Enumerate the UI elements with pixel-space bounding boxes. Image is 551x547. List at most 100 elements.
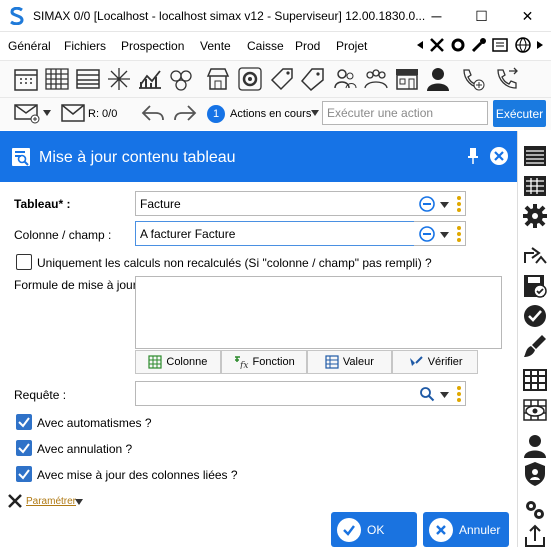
user-shield-icon[interactable] — [522, 461, 548, 487]
tag-icon[interactable] — [269, 66, 295, 92]
colonne-options-icon[interactable] — [456, 225, 462, 243]
colonne-button[interactable]: Colonne — [135, 350, 221, 374]
minimize-button[interactable]: ─ — [414, 0, 459, 32]
requete-controls — [414, 381, 466, 406]
simax-logo-icon — [10, 7, 24, 25]
actions-label[interactable]: Actions en cours — [230, 108, 311, 120]
minimize-icon: ─ — [431, 8, 442, 24]
view-table-icon[interactable] — [522, 397, 548, 423]
tools-icon[interactable] — [7, 493, 23, 509]
cancel-button[interactable]: Annuler — [423, 512, 509, 547]
chart-icon[interactable] — [137, 66, 163, 92]
parametrer-link[interactable]: Paramétrer — [26, 496, 76, 507]
phone-forward-icon[interactable] — [494, 66, 520, 92]
colonne-field[interactable]: A facturer Facture — [135, 221, 415, 246]
mail-compose-icon[interactable] — [13, 102, 41, 124]
automatismes-checkbox[interactable] — [16, 414, 32, 430]
phone-add-icon[interactable] — [460, 66, 486, 92]
wrench-icon[interactable] — [470, 36, 488, 54]
undo-icon[interactable] — [140, 103, 166, 123]
uniquement-checkbox[interactable] — [16, 254, 32, 270]
satisfaction-icon[interactable] — [168, 66, 194, 92]
team-icon[interactable] — [363, 66, 389, 92]
action-search-input[interactable]: Exécuter une action — [322, 101, 488, 125]
person-icon[interactable] — [522, 433, 548, 459]
menu-projet[interactable]: Projet — [336, 39, 367, 53]
ok-check-icon — [337, 517, 361, 542]
tableau-controls — [414, 191, 466, 216]
execute-button[interactable]: Exécuter — [493, 100, 546, 127]
menu-caisse[interactable]: Caisse — [247, 39, 284, 53]
formule-textarea[interactable] — [135, 276, 502, 349]
menu-prospection[interactable]: Prospection — [121, 39, 184, 53]
fonction-button[interactable]: fx Fonction — [220, 350, 307, 374]
colonne-controls — [414, 221, 466, 246]
automatismes-label: Avec automatismes ? — [37, 416, 152, 430]
spreadsheet-icon[interactable] — [522, 173, 548, 199]
chevron-down-icon[interactable] — [43, 110, 51, 116]
export-icon[interactable] — [522, 523, 548, 547]
clear-colonne-icon[interactable] — [419, 226, 435, 242]
globe-icon[interactable] — [514, 36, 532, 54]
mail-icon[interactable] — [60, 102, 86, 124]
label-icon[interactable] — [300, 66, 326, 92]
gears-icon[interactable] — [522, 497, 548, 523]
valeur-button[interactable]: Valeur — [306, 350, 393, 374]
shop-icon[interactable] — [205, 66, 231, 92]
requete-options-icon[interactable] — [456, 385, 462, 403]
redo-icon[interactable] — [172, 103, 198, 123]
colonne-label: Colonne / champ : — [14, 228, 112, 242]
colonne-dropdown-icon[interactable] — [440, 232, 449, 238]
tableau-options-icon[interactable] — [456, 195, 462, 213]
actions-dropdown-icon[interactable] — [311, 110, 319, 116]
user-icon[interactable] — [425, 66, 451, 92]
tableau-field[interactable]: Facture — [135, 191, 415, 216]
annulation-checkbox[interactable] — [16, 440, 32, 456]
menu-prod[interactable]: Prod — [295, 39, 320, 53]
settings-icon[interactable] — [449, 36, 467, 54]
dialog-title: Mise à jour contenu tableau — [39, 149, 236, 166]
list-icon[interactable] — [75, 66, 101, 92]
calendar-icon[interactable] — [13, 66, 39, 92]
column-icon — [148, 355, 162, 369]
columns-icon[interactable] — [522, 367, 548, 393]
ok-button[interactable]: OK — [331, 512, 417, 547]
svg-text:fx: fx — [239, 361, 248, 369]
menu-fichiers[interactable]: Fichiers — [64, 39, 106, 53]
colonnes-liees-checkbox[interactable] — [16, 466, 32, 482]
close-dialog-icon[interactable] — [489, 146, 509, 166]
save-check-icon[interactable] — [522, 273, 548, 299]
menu-general[interactable]: Général — [8, 39, 51, 53]
parametrer-dropdown-icon[interactable] — [75, 499, 83, 505]
tableau-dropdown-icon[interactable] — [440, 202, 449, 208]
grid-icon[interactable] — [44, 66, 70, 92]
gear-icon[interactable] — [237, 66, 263, 92]
contacts-icon[interactable] — [332, 66, 358, 92]
table-list-icon[interactable] — [522, 143, 548, 169]
ok-label: OK — [367, 522, 385, 537]
tools-icon[interactable] — [428, 36, 446, 54]
dialog-form: Tableau* : Facture Colonne / champ : A f… — [0, 182, 517, 547]
formule-button-row: Colonne fx Fonction Valeur Vérifier — [135, 350, 478, 374]
share-icon[interactable] — [522, 243, 548, 269]
valeur-button-label: Valeur — [342, 356, 374, 368]
stamp-icon[interactable] — [491, 36, 511, 54]
requete-field[interactable] — [135, 381, 415, 406]
sparkle-icon[interactable] — [106, 66, 132, 92]
close-window-button[interactable]: ✕ — [505, 0, 550, 32]
clear-tableau-icon[interactable] — [419, 196, 435, 212]
check-icon — [18, 443, 30, 454]
settings-gear-icon[interactable] — [522, 203, 548, 229]
arrow-left-icon[interactable] — [415, 40, 425, 50]
maximize-button[interactable]: ☐ — [459, 0, 504, 32]
arrow-right-icon[interactable] — [535, 40, 545, 50]
paint-brush-icon[interactable] — [522, 333, 548, 359]
pin-icon[interactable] — [467, 147, 479, 165]
requete-dropdown-icon[interactable] — [440, 392, 449, 398]
menu-vente[interactable]: Vente — [200, 39, 231, 53]
check-circle-icon[interactable] — [522, 303, 548, 329]
search-icon[interactable] — [419, 386, 435, 402]
right-sidebar — [517, 131, 551, 547]
verifier-button[interactable]: Vérifier — [392, 350, 478, 374]
store-icon[interactable] — [394, 66, 420, 92]
